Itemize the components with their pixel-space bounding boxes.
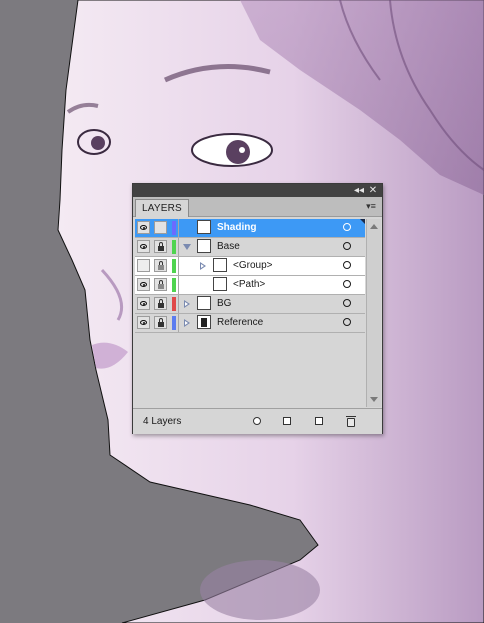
eye-highlight [239, 147, 245, 153]
layer-thumbnail [197, 220, 211, 234]
layer-row-reference[interactable]: Reference [135, 314, 365, 333]
lock-icon [158, 280, 164, 289]
layer-thumbnail [197, 315, 211, 329]
layer-name[interactable]: <Group> [233, 260, 272, 272]
divider [178, 314, 179, 332]
layer-name[interactable]: Reference [217, 317, 263, 329]
expand-triangle-icon[interactable] [200, 262, 206, 270]
target-circle-icon[interactable] [343, 242, 351, 250]
close-panel-icon[interactable]: ✕ [367, 184, 379, 197]
visibility-toggle[interactable] [137, 240, 150, 253]
shoulder-shape [200, 560, 320, 620]
selected-art-indicator-icon [360, 219, 365, 224]
layer-color-swatch [172, 278, 176, 292]
eye-icon [140, 282, 147, 287]
layer-row-shading[interactable]: Shading [135, 219, 365, 238]
expand-triangle-icon[interactable] [184, 319, 190, 327]
panel-titlebar[interactable]: ◂◂ ✕ [133, 184, 382, 197]
visibility-toggle[interactable] [137, 316, 150, 329]
target-circle-icon[interactable] [343, 280, 351, 288]
divider [178, 295, 179, 313]
locate-object-icon[interactable] [251, 415, 263, 427]
divider [178, 219, 179, 237]
layer-thumbnail [197, 239, 211, 253]
divider [178, 257, 179, 275]
scroll-down-icon[interactable] [370, 397, 378, 402]
make-clipping-mask-icon[interactable] [281, 415, 293, 427]
target-circle-icon[interactable] [343, 318, 351, 326]
layer-row-path[interactable]: <Path> [135, 276, 365, 295]
visibility-toggle[interactable] [137, 221, 150, 234]
layer-color-swatch [172, 240, 176, 254]
layer-color-swatch [172, 297, 176, 311]
collapse-panel-icon[interactable]: ◂◂ [353, 184, 365, 197]
iris-left [91, 136, 105, 150]
layer-thumbnail [197, 296, 211, 310]
layer-thumbnail [213, 277, 227, 291]
target-circle-icon[interactable] [343, 261, 351, 269]
visibility-toggle[interactable] [137, 297, 150, 310]
tab-layers[interactable]: LAYERS [135, 199, 189, 217]
layer-color-swatch [172, 259, 176, 273]
layer-color-swatch [172, 316, 176, 330]
delete-layer-icon[interactable] [345, 415, 357, 427]
divider [178, 276, 179, 294]
expand-triangle-icon[interactable] [184, 300, 190, 308]
layer-thumbnail [213, 258, 227, 272]
panel-menu-icon[interactable]: ▾≡ [364, 200, 378, 212]
iris-right [226, 140, 250, 164]
layer-row-group[interactable]: <Group> [135, 257, 365, 276]
lock-icon [158, 318, 164, 327]
layers-list: Shading Base <Group> <Path> BG Reference [135, 219, 365, 407]
layer-name[interactable]: Base [217, 241, 240, 253]
lock-toggle[interactable] [154, 316, 167, 329]
lock-icon [158, 261, 164, 270]
lock-icon [158, 242, 164, 251]
divider [178, 238, 179, 256]
lock-toggle[interactable] [154, 240, 167, 253]
visibility-toggle[interactable] [137, 259, 150, 272]
layers-panel: ◂◂ ✕ LAYERS ▾≡ Shading Base <Group> <Pat… [132, 183, 383, 434]
scroll-up-icon[interactable] [370, 224, 378, 229]
lock-icon [158, 299, 164, 308]
layer-color-swatch [172, 221, 176, 235]
eye-icon [140, 301, 147, 306]
visibility-toggle[interactable] [137, 278, 150, 291]
layer-name[interactable]: BG [217, 298, 231, 310]
collapse-triangle-icon[interactable] [183, 244, 191, 250]
layer-row-base[interactable]: Base [135, 238, 365, 257]
layer-row-bg[interactable]: BG [135, 295, 365, 314]
eye-icon [140, 320, 147, 325]
lock-toggle[interactable] [154, 221, 167, 234]
lock-toggle[interactable] [154, 278, 167, 291]
layer-name[interactable]: <Path> [233, 279, 265, 291]
layers-scrollbar[interactable] [366, 219, 381, 407]
target-circle-icon[interactable] [343, 223, 351, 231]
eye-icon [140, 244, 147, 249]
new-sublayer-icon[interactable] [313, 415, 325, 427]
lock-toggle[interactable] [154, 297, 167, 310]
panel-footer: 4 Layers [133, 408, 382, 434]
lock-toggle[interactable] [154, 259, 167, 272]
layer-name[interactable]: Shading [217, 222, 256, 234]
target-circle-icon[interactable] [343, 299, 351, 307]
layer-count-label: 4 Layers [143, 416, 182, 427]
eye-icon [140, 225, 147, 230]
panel-tab-row: LAYERS ▾≡ [133, 197, 382, 217]
